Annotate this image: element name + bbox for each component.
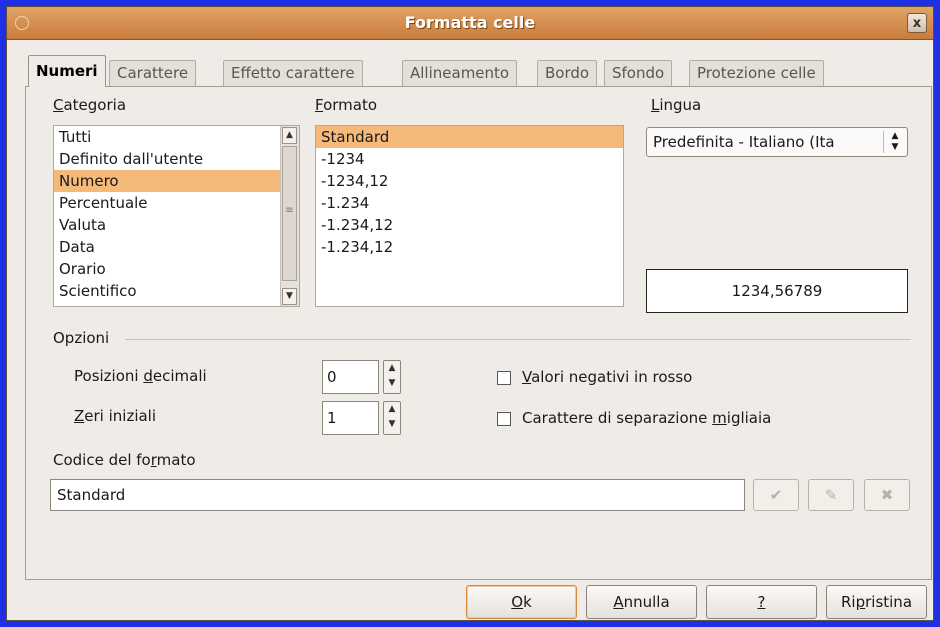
- format-label: Formato: [315, 96, 378, 114]
- scroll-thumb[interactable]: ≡: [282, 146, 297, 281]
- help-button[interactable]: ?: [706, 585, 817, 619]
- cancel-button[interactable]: Annulla: [586, 585, 697, 619]
- dialog-title: Formatta celle: [404, 13, 536, 32]
- category-list-item[interactable]: Data: [54, 236, 299, 258]
- language-combo[interactable]: Predefinita - Italiano (Ita ▲ ▼: [646, 127, 908, 157]
- format-cells-dialog: Formatta celle x Numeri Carattere Effett…: [6, 6, 934, 621]
- format-list-item[interactable]: -1.234,12: [316, 214, 623, 236]
- tab-numeri[interactable]: Numeri: [28, 55, 106, 87]
- titlebar[interactable]: Formatta celle x: [7, 7, 933, 40]
- delete-icon[interactable]: ✖: [864, 479, 910, 511]
- category-list-item[interactable]: Scientifico: [54, 280, 299, 302]
- tab-sfondo[interactable]: Sfondo: [604, 60, 673, 86]
- tab-carattere[interactable]: Carattere: [109, 60, 197, 86]
- numbers-panel: Categoria Tutti Definito dall'utente Numer…: [25, 86, 932, 580]
- number-preview: 1234,56789: [646, 269, 908, 313]
- category-scrollbar[interactable]: ▲ ≡ ▼: [280, 126, 299, 306]
- thousands-separator-checkbox[interactable]: [497, 412, 511, 426]
- format-code-input[interactable]: Standard: [50, 479, 745, 511]
- category-list-item[interactable]: Numero: [54, 170, 299, 192]
- format-code-label: Codice del formato: [53, 451, 196, 469]
- tab-allineamento[interactable]: Allineamento: [402, 60, 518, 86]
- category-list-item[interactable]: Orario: [54, 258, 299, 280]
- language-label: Lingua: [651, 96, 702, 114]
- category-list-item[interactable]: Percentuale: [54, 192, 299, 214]
- accept-icon[interactable]: ✔: [753, 479, 799, 511]
- tab-bordo[interactable]: Bordo: [537, 60, 598, 86]
- format-list-item[interactable]: -1234: [316, 148, 623, 170]
- ok-button[interactable]: Ok: [466, 585, 577, 619]
- format-list-item[interactable]: -1.234,12: [316, 236, 623, 258]
- negative-red-label[interactable]: Valori negativi in rosso: [522, 368, 692, 386]
- close-icon: x: [912, 16, 922, 31]
- combo-arrows-icon: ▲ ▼: [883, 131, 906, 153]
- language-value: Predefinita - Italiano (Ita: [653, 133, 835, 151]
- tab-effetto-carattere[interactable]: Effetto carattere: [223, 60, 363, 86]
- tab-protezione-celle[interactable]: Protezione celle: [689, 60, 824, 86]
- decimals-label: Posizioni decimali: [74, 367, 207, 385]
- decimals-input[interactable]: 0: [322, 360, 379, 394]
- category-list-item[interactable]: Valuta: [54, 214, 299, 236]
- format-list-item[interactable]: -1234,12: [316, 170, 623, 192]
- reset-button[interactable]: Ripristina: [826, 585, 927, 619]
- leading-zeros-input[interactable]: 1: [322, 401, 379, 435]
- options-separator: [125, 339, 911, 340]
- scroll-down-icon[interactable]: ▼: [282, 288, 297, 305]
- format-list[interactable]: Standard -1234 -1234,12 -1.234 -1.234,12 -1.2…: [315, 125, 624, 307]
- format-list-item[interactable]: -1.234: [316, 192, 623, 214]
- add-comment-icon[interactable]: ✎: [808, 479, 854, 511]
- options-heading: Opzioni: [53, 329, 110, 347]
- leading-zeros-label: Zeri iniziali: [74, 407, 157, 425]
- decimals-spinner[interactable]: ▲ ▼: [383, 360, 401, 394]
- negative-red-checkbox[interactable]: [497, 371, 511, 385]
- category-list-item[interactable]: Definito dall'utente: [54, 148, 299, 170]
- category-label: Categoria: [53, 96, 127, 114]
- thousands-separator-label[interactable]: Carattere di separazione migliaia: [522, 409, 771, 427]
- close-button[interactable]: x: [907, 13, 927, 33]
- category-list[interactable]: Tutti Definito dall'utente Numero Percentua…: [53, 125, 300, 307]
- category-list-item[interactable]: Tutti: [54, 126, 299, 148]
- scroll-up-icon[interactable]: ▲: [282, 127, 297, 144]
- format-list-item[interactable]: Standard: [316, 126, 623, 148]
- leading-zeros-spinner[interactable]: ▲ ▼: [383, 401, 401, 435]
